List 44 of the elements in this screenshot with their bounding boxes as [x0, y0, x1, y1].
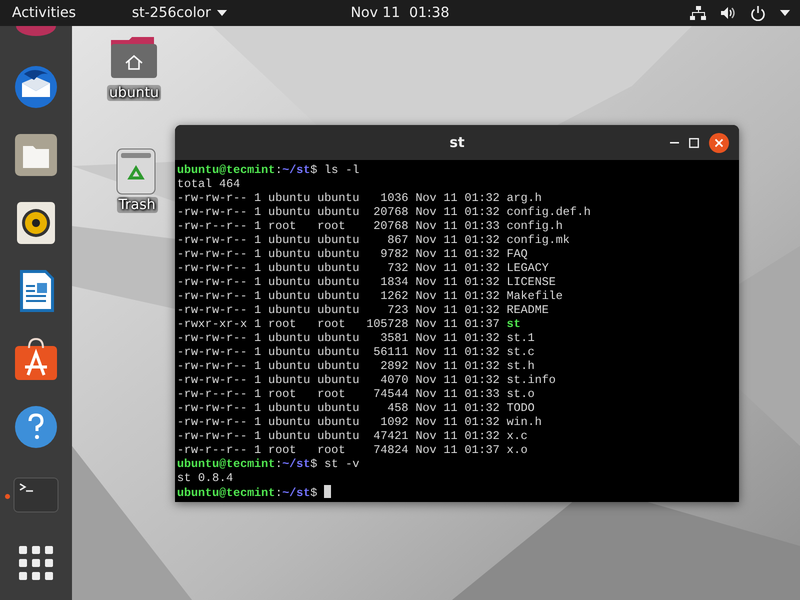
maximize-button[interactable]: [689, 138, 699, 148]
window-title: st: [449, 134, 465, 150]
listing-line: -rw-rw-r-- 1 ubuntu ubuntu 56111 Nov 11 01:32 st.c: [177, 345, 535, 359]
prompt-line: ubuntu@tecmint:~/st$ ls -l: [177, 163, 360, 177]
listing-line: -rw-r--r-- 1 root root 74824 Nov 11 01:37 x.o: [177, 443, 528, 457]
close-icon: [709, 132, 729, 152]
listing-line: -rw-rw-r-- 1 ubuntu ubuntu 723 Nov 11 01:32 README: [177, 303, 549, 317]
listing-line: -rwxr-xr-x 1 root root 105728 Nov 11 01:37 st: [177, 317, 521, 331]
listing-line: -rw-r--r-- 1 root root 20768 Nov 11 01:33 config.h: [177, 219, 563, 233]
power-icon[interactable]: [750, 5, 766, 21]
close-button[interactable]: [709, 132, 729, 152]
listing-line: -rw-rw-r-- 1 ubuntu ubuntu 3581 Nov 11 01:32 st.1: [177, 331, 535, 345]
listing-line: -rw-rw-r-- 1 ubuntu ubuntu 1092 Nov 11 01:32 win.h: [177, 415, 542, 429]
mail-icon[interactable]: [14, 65, 58, 109]
minimize-icon: [670, 142, 679, 144]
listing-line: -rw-rw-r-- 1 ubuntu ubuntu 1262 Nov 11 01:32 Makefile: [177, 289, 563, 303]
activities-button[interactable]: Activities: [12, 5, 76, 21]
caret-icon[interactable]: [780, 10, 790, 16]
listing-line: -rw-rw-r-- 1 ubuntu ubuntu 4070 Nov 11 01:32 st.info: [177, 373, 556, 387]
prompt-line: ubuntu@tecmint:~/st$: [177, 485, 332, 499]
listing-line: -rw-rw-r-- 1 ubuntu ubuntu 9782 Nov 11 01:32 FAQ: [177, 247, 528, 261]
listing-line: -rw-rw-r-- 1 ubuntu ubuntu 1834 Nov 11 01:32 LICENSE: [177, 275, 556, 289]
volume-icon[interactable]: [720, 5, 736, 21]
network-icon[interactable]: [690, 5, 706, 21]
listing-line: -rw-rw-r-- 1 ubuntu ubuntu 2892 Nov 11 01:32 st.h: [177, 359, 535, 373]
listing-line: -rw-r--r-- 1 root root 74544 Nov 11 01:33 st.o: [177, 387, 535, 401]
clock[interactable]: Nov 11 01:38: [350, 5, 450, 21]
app-menu[interactable]: st-256color: [132, 5, 227, 21]
listing-line: -rw-rw-r-- 1 ubuntu ubuntu 20768 Nov 11 01:32 config.def.h: [177, 205, 591, 219]
listing-line: -rw-rw-r-- 1 ubuntu ubuntu 732 Nov 11 01:32 LEGACY: [177, 261, 549, 275]
prompt-line: ubuntu@tecmint:~/st$ st -v: [177, 457, 360, 471]
folder-icon[interactable]: [14, 133, 58, 177]
shopping-bag-icon[interactable]: [14, 337, 58, 381]
minimize-button[interactable]: [670, 142, 679, 144]
listing-line: -rw-rw-r-- 1 ubuntu ubuntu 47421 Nov 11 01:32 x.c: [177, 429, 528, 443]
maximize-icon: [689, 138, 699, 148]
help-icon[interactable]: [14, 405, 58, 449]
caret-icon: [216, 10, 227, 16]
listing-line: -rw-rw-r-- 1 ubuntu ubuntu 1036 Nov 11 01:32 arg.h: [177, 191, 542, 205]
listing-line: -rw-rw-r-- 1 ubuntu ubuntu 867 Nov 11 01:32 config.mk: [177, 233, 570, 247]
output-line: st 0.8.4: [177, 471, 234, 485]
speaker-icon[interactable]: [14, 201, 58, 245]
listing-line: -rw-rw-r-- 1 ubuntu ubuntu 458 Nov 11 01:32 TODO: [177, 401, 535, 415]
output-line: total 464: [177, 177, 240, 191]
